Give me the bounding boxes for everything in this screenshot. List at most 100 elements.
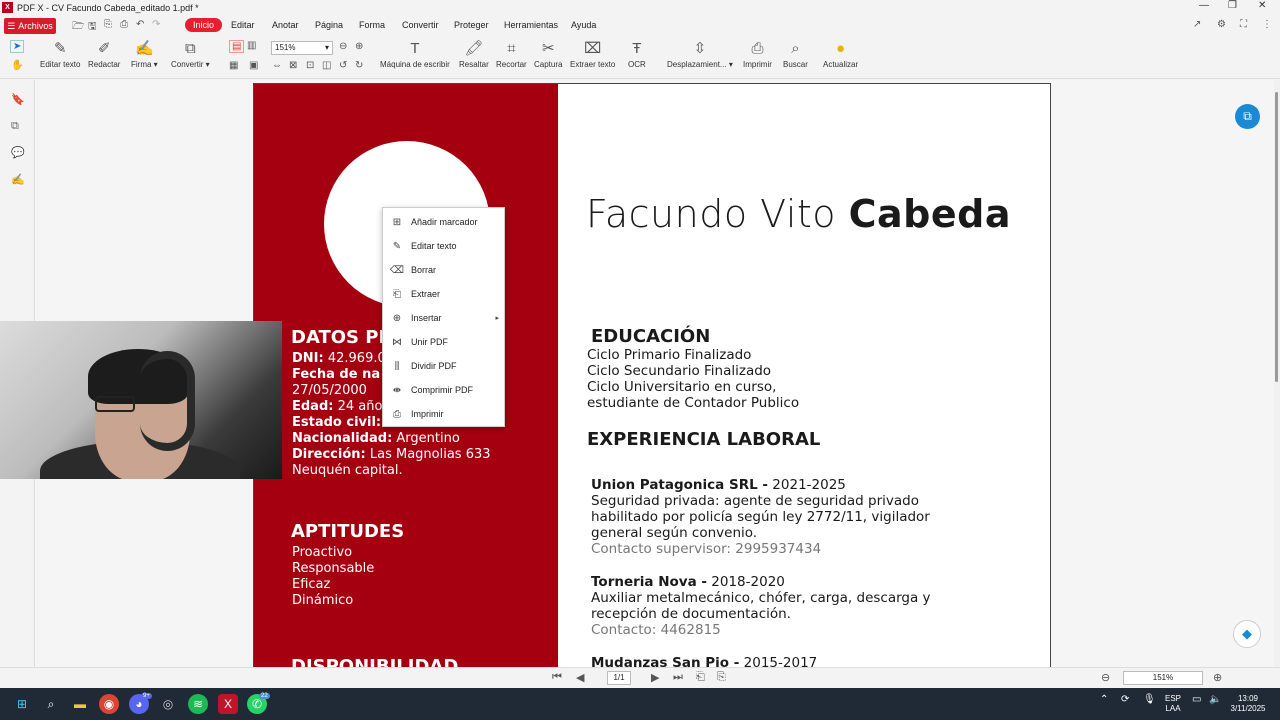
next-page-icon[interactable]: ▶ bbox=[651, 671, 659, 684]
ctx-insertar[interactable]: ⊕ Insertar ▸ bbox=[383, 306, 504, 330]
zoom-in-icon[interactable]: ⊕ bbox=[355, 41, 363, 52]
zoom-select[interactable]: 151% ▾ bbox=[271, 41, 333, 55]
menu-forma[interactable]: Forma bbox=[359, 20, 385, 30]
save-icon[interactable]: 🖫 bbox=[88, 19, 97, 36]
convertir-tool[interactable]: ⧉ Convertir ▾ bbox=[171, 38, 210, 69]
clock[interactable]: 13:09 3/11/2025 bbox=[1226, 694, 1270, 714]
next-view-icon[interactable]: ⎘ bbox=[717, 671, 726, 684]
ctx-dividir-pdf[interactable]: ⫼ Dividir PDF bbox=[383, 354, 504, 378]
actual-size-icon[interactable]: ⊠ bbox=[289, 60, 297, 71]
firma-label: Firma bbox=[131, 60, 152, 69]
microphone-icon[interactable]: 🎙 bbox=[1143, 694, 1156, 705]
first-page-icon[interactable]: ⏮ bbox=[552, 671, 562, 684]
maquina-escribir-tool[interactable]: T Máquina de escribir bbox=[380, 38, 450, 69]
file-explorer-icon[interactable]: ▬ bbox=[70, 694, 90, 714]
volume-icon[interactable]: 🔈 bbox=[1209, 694, 1221, 705]
tray-sync-icon[interactable]: ⟳ bbox=[1121, 694, 1129, 705]
rotate-left-icon[interactable]: ↺ bbox=[339, 60, 347, 71]
vertical-scrollbar[interactable] bbox=[1274, 80, 1280, 667]
job2-desc-line: recepción de documentación. bbox=[591, 606, 791, 622]
last-page-icon[interactable]: ⏭ bbox=[673, 671, 683, 684]
extraer-texto-tool[interactable]: ⌧ Extraer texto bbox=[570, 38, 615, 69]
status-zoom-in-icon[interactable]: ⊕ bbox=[1213, 671, 1222, 684]
steam-icon[interactable]: ◎ bbox=[158, 694, 178, 714]
rotate-right-icon[interactable]: ↻ bbox=[355, 60, 363, 71]
restore-button[interactable]: ❐ bbox=[1228, 0, 1237, 11]
windows-start-icon[interactable]: ⊞ bbox=[12, 694, 32, 714]
menu-convertir[interactable]: Convertir bbox=[402, 20, 439, 30]
redo-icon[interactable]: ↷ bbox=[152, 19, 160, 30]
resaltar-label: Resaltar bbox=[459, 60, 489, 69]
select-cursor-icon[interactable]: ➤ bbox=[10, 40, 25, 53]
pdfx-taskbar-icon[interactable]: X bbox=[218, 694, 238, 714]
fullscreen-icon[interactable]: ⛶ bbox=[1240, 19, 1247, 30]
hand-tool-icon[interactable]: ✋ bbox=[11, 60, 23, 71]
menu-editar[interactable]: Editar bbox=[231, 20, 255, 30]
page-number-field[interactable]: 1/1 bbox=[607, 671, 631, 685]
buscar-tool[interactable]: ⌕ Buscar bbox=[783, 38, 808, 69]
single-page-icon[interactable]: ▤ bbox=[229, 40, 245, 53]
scrollbar-thumb[interactable] bbox=[1275, 92, 1278, 382]
network-icon[interactable]: ▭ bbox=[1192, 694, 1201, 705]
prev-view-icon[interactable]: ⎗ bbox=[696, 671, 705, 684]
print-quick-icon[interactable]: ⎙ bbox=[120, 19, 128, 30]
status-zoom-field[interactable]: 151% bbox=[1123, 671, 1203, 685]
recortar-tool[interactable]: ⌗ Recortar bbox=[496, 38, 527, 69]
pages-icon[interactable]: ⧉ bbox=[11, 120, 19, 133]
tray-chevron-icon[interactable]: ⌃ bbox=[1100, 694, 1108, 705]
ctx-borrar[interactable]: ⌫ Borrar bbox=[383, 258, 504, 282]
archivos-menu-button[interactable]: ☰ Archivos bbox=[4, 18, 56, 34]
menu-pagina[interactable]: Página bbox=[315, 20, 343, 30]
imprimir-tool[interactable]: ⎙ Imprimir bbox=[743, 38, 772, 69]
ctx-editar-texto[interactable]: ✎ Editar texto bbox=[383, 234, 504, 258]
close-window-button[interactable]: ✕ bbox=[1258, 0, 1266, 11]
menu-inicio[interactable]: Inicio bbox=[185, 18, 223, 32]
redactar-tool[interactable]: ✐ Redactar bbox=[88, 38, 120, 69]
save-as-icon[interactable]: ⎘ bbox=[104, 19, 112, 30]
share-icon[interactable]: ↗ bbox=[1193, 19, 1201, 30]
bookmark-icon[interactable]: 🔖 bbox=[11, 93, 25, 106]
actualizar-tool[interactable]: ● Actualizar bbox=[823, 38, 858, 69]
menu-herramientas[interactable]: Herramientas bbox=[504, 20, 558, 30]
desplazamiento-tool[interactable]: ⇳ Desplazamient... ▾ bbox=[667, 38, 733, 69]
settings-eye-icon[interactable]: ⚙ bbox=[1217, 19, 1226, 30]
open-folder-icon[interactable]: 🗁 bbox=[72, 19, 84, 36]
translate-float-icon[interactable]: ⧉ bbox=[1235, 104, 1260, 129]
page-layout-icon[interactable]: ▦ bbox=[229, 60, 238, 71]
pdf-page[interactable]: DATOS PE DNI: 42.969.0 Fecha de na 27/05… bbox=[253, 83, 1051, 667]
spotify-icon[interactable]: ≋ bbox=[188, 694, 208, 714]
resaltar-tool[interactable]: 🖍 Resaltar bbox=[459, 38, 489, 69]
status-zoom-out-icon[interactable]: ⊖ bbox=[1101, 671, 1110, 684]
comment-icon[interactable]: 💬 bbox=[11, 146, 25, 159]
taskbar-search-icon[interactable]: ⌕ bbox=[41, 694, 61, 714]
language-indicator[interactable]: ESP LAA bbox=[1163, 694, 1183, 714]
ctx-imprimir[interactable]: ⎙ Imprimir bbox=[383, 402, 504, 426]
fit-page-icon[interactable]: ▣ bbox=[249, 60, 258, 71]
captura-tool[interactable]: ✂ Captura bbox=[534, 38, 562, 69]
fit-width-icon[interactable]: ⇔ bbox=[272, 60, 282, 71]
undo-icon[interactable]: ↶ bbox=[136, 19, 144, 30]
chrome-icon[interactable]: ◉ bbox=[99, 694, 119, 714]
ai-assistant-float-icon[interactable]: ◆ bbox=[1233, 620, 1261, 648]
editar-texto-tool[interactable]: ✎ Editar texto bbox=[40, 38, 80, 69]
page-thumb-icon[interactable]: ◫ bbox=[322, 60, 331, 71]
more-icon[interactable]: ⋮ bbox=[1262, 19, 1272, 30]
zoom-out-icon[interactable]: ⊖ bbox=[339, 41, 347, 52]
ctx-unir-pdf[interactable]: ⋈ Unir PDF bbox=[383, 330, 504, 354]
ctx-anadir-marcador[interactable]: ⊞ Añadir marcador bbox=[383, 210, 504, 234]
menu-ayuda[interactable]: Ayuda bbox=[571, 20, 596, 30]
signature-panel-icon[interactable]: ✍ bbox=[11, 173, 25, 186]
name-last: Cabeda bbox=[848, 192, 1011, 236]
ocr-tool[interactable]: Ŧ OCR bbox=[628, 38, 646, 69]
ctx-label: Imprimir bbox=[411, 409, 444, 419]
prev-page-icon[interactable]: ◀ bbox=[576, 671, 584, 684]
ctx-extraer[interactable]: ⎗ Extraer bbox=[383, 282, 504, 306]
job2: Torneria Nova - 2018-2020 Auxiliar metal… bbox=[591, 574, 931, 638]
two-page-icon[interactable]: ▥ bbox=[247, 40, 256, 51]
firma-tool[interactable]: ✍ Firma ▾ bbox=[131, 38, 158, 69]
ctx-comprimir-pdf[interactable]: ⇼ Comprimir PDF bbox=[383, 378, 504, 402]
menu-proteger[interactable]: Proteger bbox=[454, 20, 489, 30]
minimize-button[interactable]: — bbox=[1199, 0, 1209, 11]
menu-anotar[interactable]: Anotar bbox=[272, 20, 299, 30]
fit-visible-icon[interactable]: ⊡ bbox=[306, 60, 314, 71]
